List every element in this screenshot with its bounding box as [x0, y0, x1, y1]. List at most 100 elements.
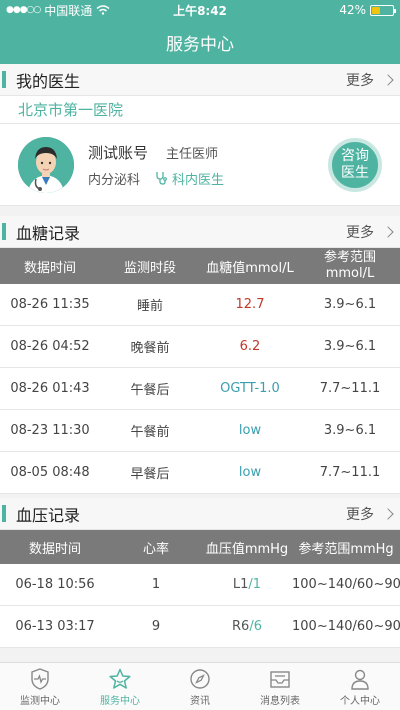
glucose-table-body: 08-26 11:35 睡前 12.7 3.9~6.1 08-26 04:52 晚餐前 6.…: [0, 284, 400, 494]
chevron-right-icon: [382, 507, 394, 520]
bp-table-header: 数据时间 心率 血压值mmHg 参考范围mmHg: [0, 530, 400, 564]
stethoscope-icon: [156, 172, 167, 185]
glucose-row[interactable]: 08-26 04:52 晚餐前 6.2 3.9~6.1: [0, 326, 400, 368]
glucose-time: 08-05 08:48: [10, 465, 90, 480]
glucose-time: 08-26 04:52: [10, 339, 90, 354]
bp-range: 100~140/60~90: [292, 619, 400, 634]
bp-value: R6/6: [202, 619, 292, 634]
consult-doctor-button[interactable]: 咨询医生: [328, 137, 382, 192]
bp-time: 06-18 10:56: [15, 577, 95, 592]
doctor-avatar: [18, 136, 74, 193]
glucose-time: 08-26 11:35: [10, 297, 90, 312]
tab-label: 个人中心: [340, 696, 380, 707]
glucose-title: 血糖记录: [16, 223, 81, 243]
doctor-name: 测试账号: [88, 143, 149, 162]
signal-icon: ●●●○○: [6, 5, 41, 15]
inbox-icon: [270, 671, 290, 688]
doctor-specialty: 科内医生: [172, 172, 225, 188]
col-header: 数据时间: [28, 541, 81, 557]
bp-value-suffix: /1: [248, 577, 262, 592]
glucose-row[interactable]: 08-23 11:30 午餐前 low 3.9~6.1: [0, 410, 400, 452]
col-header: 监测时段: [123, 260, 176, 276]
glucose-period: 早餐后: [130, 467, 170, 482]
my-doctor-header: 我的医生 更多: [0, 64, 400, 96]
bp-table-body: 06-18 10:56 1 L1/1 100~140/60~90 06-13 03:17…: [0, 564, 400, 648]
col-header: 血糖值mmol/L: [206, 260, 294, 276]
tab-bar: 监测中心 服务中心 资讯 消息列表 个人中心: [0, 662, 400, 710]
col-header: 参考范围mmHg: [298, 541, 394, 557]
glucose-value: low: [238, 465, 262, 480]
glucose-range: 3.9~6.1: [323, 339, 377, 354]
tab-messages[interactable]: 消息列表: [240, 663, 320, 710]
glucose-time: 08-23 11:30: [10, 423, 90, 438]
col-header: 数据时间: [23, 260, 76, 276]
glucose-range: 3.9~6.1: [323, 423, 377, 438]
glucose-time: 08-26 01:43: [10, 381, 90, 396]
tab-service[interactable]: 服务中心: [80, 663, 160, 710]
bp-heart-rate: 9: [151, 619, 161, 634]
battery-icon: [369, 4, 396, 16]
hospital-name[interactable]: 北京市第一医院: [0, 96, 400, 124]
bp-title: 血压记录: [16, 505, 81, 525]
section-accent-bar: [2, 505, 6, 522]
tab-label: 监测中心: [20, 696, 60, 707]
more-label: 更多: [346, 506, 374, 523]
glucose-period: 晚餐前: [130, 341, 170, 356]
glucose-table-header: 数据时间 监测时段 血糖值mmol/L 参考范围mmol/L: [0, 248, 400, 284]
chevron-right-icon: [382, 73, 394, 86]
person-icon: [351, 669, 369, 690]
tab-news[interactable]: 资讯: [160, 663, 240, 710]
page-title: 服务中心: [166, 34, 234, 55]
compass-icon: [190, 669, 210, 689]
my-doctor-more-button[interactable]: 更多: [346, 70, 394, 90]
top-bar: ●●●○○ 中国联通 上午8:42 42% 服务中心: [0, 0, 400, 64]
glucose-header: 血糖记录 更多: [0, 216, 400, 248]
tab-profile[interactable]: 个人中心: [320, 663, 400, 710]
glucose-more-button[interactable]: 更多: [346, 222, 394, 242]
glucose-value: OGTT-1.0: [220, 381, 280, 396]
shield-pulse-icon: [31, 668, 49, 690]
bp-more-button[interactable]: 更多: [346, 504, 394, 524]
glucose-row[interactable]: 08-26 01:43 午餐后 OGTT-1.0 7.7~11.1: [0, 368, 400, 410]
glucose-value: 6.2: [239, 339, 261, 354]
status-time: 上午8:42: [173, 3, 227, 18]
glucose-value: 12.7: [235, 297, 265, 312]
bp-range: 100~140/60~90: [292, 577, 400, 592]
glucose-period: 午餐前: [130, 425, 170, 440]
bp-value-suffix: /6: [249, 619, 262, 634]
glucose-period: 睡前: [136, 299, 163, 314]
bp-header: 血压记录 更多: [0, 498, 400, 530]
wifi-icon: [96, 5, 110, 15]
col-header: 心率: [142, 541, 169, 557]
bp-time: 06-13 03:17: [15, 619, 95, 634]
glucose-range: 7.7~11.1: [319, 381, 381, 396]
glucose-value: low: [238, 423, 262, 438]
tab-label: 资讯: [190, 696, 210, 707]
bp-row[interactable]: 06-18 10:56 1 L1/1 100~140/60~90: [0, 564, 400, 606]
consult-label: 咨询医生: [341, 147, 369, 181]
glucose-range: 3.9~6.1: [323, 297, 377, 312]
chevron-right-icon: [382, 225, 394, 238]
bp-heart-rate: 1: [151, 577, 161, 592]
tab-label: 服务中心: [100, 696, 140, 707]
col-header: 血压值mmHg: [205, 541, 289, 557]
carrier-label: 中国联通: [44, 3, 93, 18]
tab-monitor[interactable]: 监测中心: [0, 663, 80, 710]
tab-label: 消息列表: [260, 696, 300, 707]
glucose-row[interactable]: 08-26 11:35 睡前 12.7 3.9~6.1: [0, 284, 400, 326]
bp-value-prefix: L1: [232, 577, 249, 592]
section-accent-bar: [2, 71, 6, 88]
doctor-department: 内分泌科: [88, 172, 141, 188]
col-header: 参考范围mmol/L: [323, 250, 376, 281]
glucose-range: 7.7~11.1: [319, 465, 381, 480]
more-label: 更多: [346, 72, 374, 89]
more-label: 更多: [346, 224, 374, 241]
bp-value-prefix: R6: [232, 619, 250, 634]
doctor-title: 主任医师: [166, 146, 219, 162]
doctor-card[interactable]: 测试账号 主任医师 内分泌科 科内医生 咨询医生: [0, 124, 400, 206]
bp-row[interactable]: 06-13 03:17 9 R6/6 100~140/60~90: [0, 606, 400, 648]
status-bar: ●●●○○ 中国联通 上午8:42 42%: [0, 0, 400, 20]
my-doctor-title: 我的医生: [16, 71, 81, 91]
bp-value: L1/1: [202, 577, 292, 592]
glucose-row[interactable]: 08-05 08:48 早餐后 low 7.7~11.1: [0, 452, 400, 494]
